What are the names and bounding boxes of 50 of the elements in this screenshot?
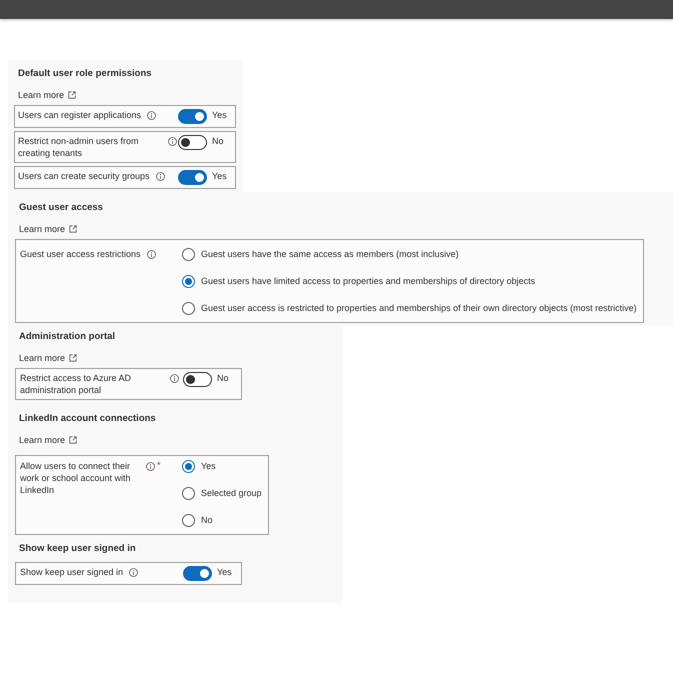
radio-button[interactable] <box>182 248 195 261</box>
info-icon[interactable] <box>129 568 138 577</box>
external-link-icon <box>69 436 78 444</box>
setting-label: Restrict non-admin users from creating tenants <box>18 135 140 159</box>
setting-label: Guest user access restrictions <box>20 248 141 260</box>
learn-more-link[interactable]: Learn more <box>19 352 78 364</box>
option-label: Guest users have the same access as members (most inclusive) <box>201 248 459 261</box>
toggle-switch[interactable] <box>183 372 212 387</box>
radio-button[interactable] <box>182 460 195 473</box>
toggle-switch[interactable] <box>178 109 207 124</box>
info-icon[interactable] <box>168 137 177 146</box>
section-heading: Guest user access <box>18 201 103 215</box>
toggle-value: Yes <box>212 170 227 182</box>
section-heading: LinkedIn account connections <box>18 412 156 426</box>
option-label: Guest users have limited access to properties and memberships of directory objects <box>201 275 536 288</box>
radio-button[interactable] <box>182 275 195 288</box>
external-link-icon <box>69 354 78 362</box>
learn-more-link[interactable]: Learn more <box>19 223 78 235</box>
section-heading: Administration portal <box>18 330 116 344</box>
radio-button[interactable] <box>182 514 195 527</box>
info-icon[interactable] <box>146 462 155 471</box>
toggle-value: No <box>212 135 224 147</box>
setting-label: Users can create security groups <box>18 170 150 182</box>
toggle-value: Yes <box>212 109 227 121</box>
radio-button[interactable] <box>182 487 195 500</box>
section-heading: Default user role permissions <box>17 67 152 81</box>
setting-label: Show keep user signed in <box>20 566 124 578</box>
option-label: Yes <box>201 460 216 473</box>
option-label: Guest user access is restricted to properties and memberships of their own directory objects (most restrictive) <box>201 302 637 315</box>
toggle-switch[interactable] <box>183 566 212 581</box>
option-label: No <box>201 514 213 527</box>
external-link-icon <box>68 91 76 99</box>
setting-label: Users can register applications <box>18 109 142 121</box>
setting-label: Restrict access to Azure AD administration portal <box>20 372 132 396</box>
learn-more-link[interactable]: Learn more <box>19 434 78 446</box>
setting-label: Allow users to connect their work or school account with LinkedIn <box>20 460 132 496</box>
info-icon[interactable] <box>147 111 156 120</box>
info-icon[interactable] <box>146 250 156 259</box>
toggle-switch[interactable] <box>178 135 207 150</box>
toggle-value: Yes <box>217 566 232 578</box>
external-link-icon <box>69 225 78 233</box>
required-mark: * <box>157 460 161 470</box>
radio-button[interactable] <box>182 302 195 315</box>
toggle-switch[interactable] <box>178 170 207 185</box>
toggle-value: No <box>217 372 229 384</box>
info-icon[interactable] <box>170 374 179 383</box>
learn-more-link[interactable]: Learn more <box>18 89 76 101</box>
info-icon[interactable] <box>156 172 165 181</box>
option-label: Selected group <box>201 487 262 500</box>
section-heading: Show keep user signed in <box>18 542 136 556</box>
